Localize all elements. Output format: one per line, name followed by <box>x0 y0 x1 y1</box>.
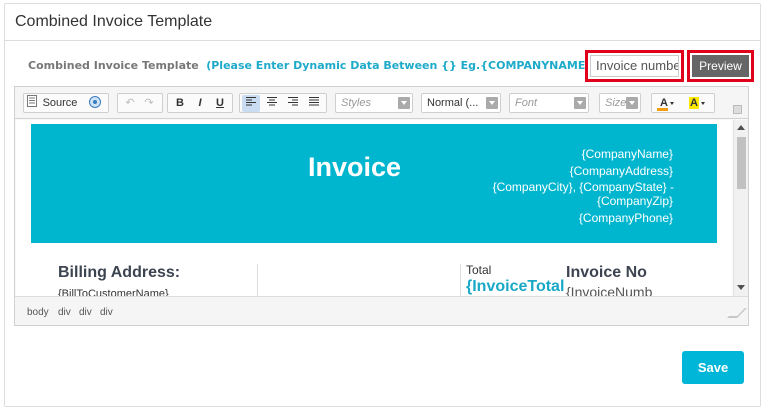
redo-icon[interactable]: ↷ <box>142 95 156 112</box>
invoice-header-banner: Invoice {CompanyName} {CompanyAddress} {… <box>31 124 717 243</box>
bold-button[interactable]: B <box>171 95 189 112</box>
invoice-total-field: {InvoiceTotal <box>466 278 565 295</box>
company-zip-field: {CompanyZip} <box>596 194 673 208</box>
template-hint: (Please Enter Dynamic Data Between {} Eg… <box>206 59 599 72</box>
invoice-number-dropdown[interactable]: Invoice number <box>590 55 679 77</box>
panel-title: Combined Invoice Template <box>5 4 760 41</box>
template-label: Combined Invoice Template <box>28 59 199 72</box>
align-left-icon[interactable] <box>242 95 260 112</box>
total-label: Total <box>466 263 492 277</box>
column-divider <box>257 264 258 296</box>
company-city-state-field: {CompanyCity}, {CompanyState} - <box>492 180 674 194</box>
color-group: A A <box>651 93 715 113</box>
billing-customer-field: {BillToCustomerName} <box>58 288 169 296</box>
undo-redo-group: ↶ ↷ <box>117 93 163 113</box>
templates-icon[interactable] <box>86 95 104 112</box>
format-value: Normal (... <box>427 97 479 109</box>
company-address-field: {CompanyAddress} <box>569 164 673 178</box>
editor-scrollbar[interactable] <box>733 120 748 296</box>
align-group <box>239 93 327 113</box>
size-dropdown[interactable]: Size <box>599 93 641 113</box>
chevron-down-icon <box>486 97 498 109</box>
scroll-thumb[interactable] <box>737 137 746 189</box>
save-button[interactable]: Save <box>682 351 744 384</box>
basic-style-group: B I U <box>167 93 233 113</box>
size-placeholder: Size <box>605 97 627 109</box>
align-center-icon[interactable] <box>263 95 281 112</box>
scroll-up-icon[interactable] <box>737 125 745 130</box>
underline-button[interactable]: U <box>211 95 229 112</box>
format-dropdown[interactable]: Normal (... <box>421 93 501 113</box>
source-group: Source <box>23 93 109 113</box>
invoice-number-field: {InvoiceNumb <box>566 284 653 296</box>
undo-icon[interactable]: ↶ <box>123 95 137 112</box>
template-label-row: Combined Invoice Template (Please Enter … <box>28 59 598 72</box>
column-divider <box>460 264 461 296</box>
resize-handle-icon[interactable] <box>727 308 747 318</box>
source-button[interactable]: Source <box>40 95 80 112</box>
rich-text-editor: Source ↶ ↷ B I U Styles Normal (... Font… <box>14 86 749 326</box>
chevron-down-icon <box>398 97 410 109</box>
text-color-icon[interactable]: A <box>656 95 678 112</box>
invoice-heading: Invoice <box>308 152 402 182</box>
scroll-down-icon[interactable] <box>737 285 745 290</box>
font-dropdown[interactable]: Font <box>509 93 589 113</box>
background-color-icon[interactable]: A <box>686 95 708 112</box>
italic-button[interactable]: I <box>191 95 209 112</box>
maximize-icon[interactable] <box>733 105 742 114</box>
styles-placeholder: Styles <box>341 97 371 109</box>
align-right-icon[interactable] <box>284 95 302 112</box>
path-element[interactable]: div <box>100 307 113 318</box>
chevron-down-icon <box>626 97 638 109</box>
styles-dropdown[interactable]: Styles <box>335 93 413 113</box>
path-element[interactable]: div <box>58 307 71 318</box>
company-phone-field: {CompanyPhone} <box>578 211 673 225</box>
source-icon[interactable] <box>27 95 37 112</box>
editor-content[interactable]: Invoice {CompanyName} {CompanyAddress} {… <box>16 120 732 296</box>
company-name-field: {CompanyName} <box>581 147 673 161</box>
preview-highlight: Preview <box>687 50 754 82</box>
chevron-down-icon <box>574 97 586 109</box>
editor-statusbar: body div div div <box>15 296 748 325</box>
align-justify-icon[interactable] <box>305 95 323 112</box>
font-placeholder: Font <box>515 97 538 109</box>
editor-toolbar: Source ↶ ↷ B I U Styles Normal (... Font… <box>15 87 748 119</box>
invoice-no-label: Invoice No <box>566 264 647 281</box>
path-element[interactable]: body <box>27 307 49 318</box>
preview-button[interactable]: Preview <box>692 55 749 77</box>
billing-address-label: Billing Address: <box>58 264 181 281</box>
invoice-number-highlight: Invoice number <box>585 50 684 82</box>
path-element[interactable]: div <box>79 307 92 318</box>
